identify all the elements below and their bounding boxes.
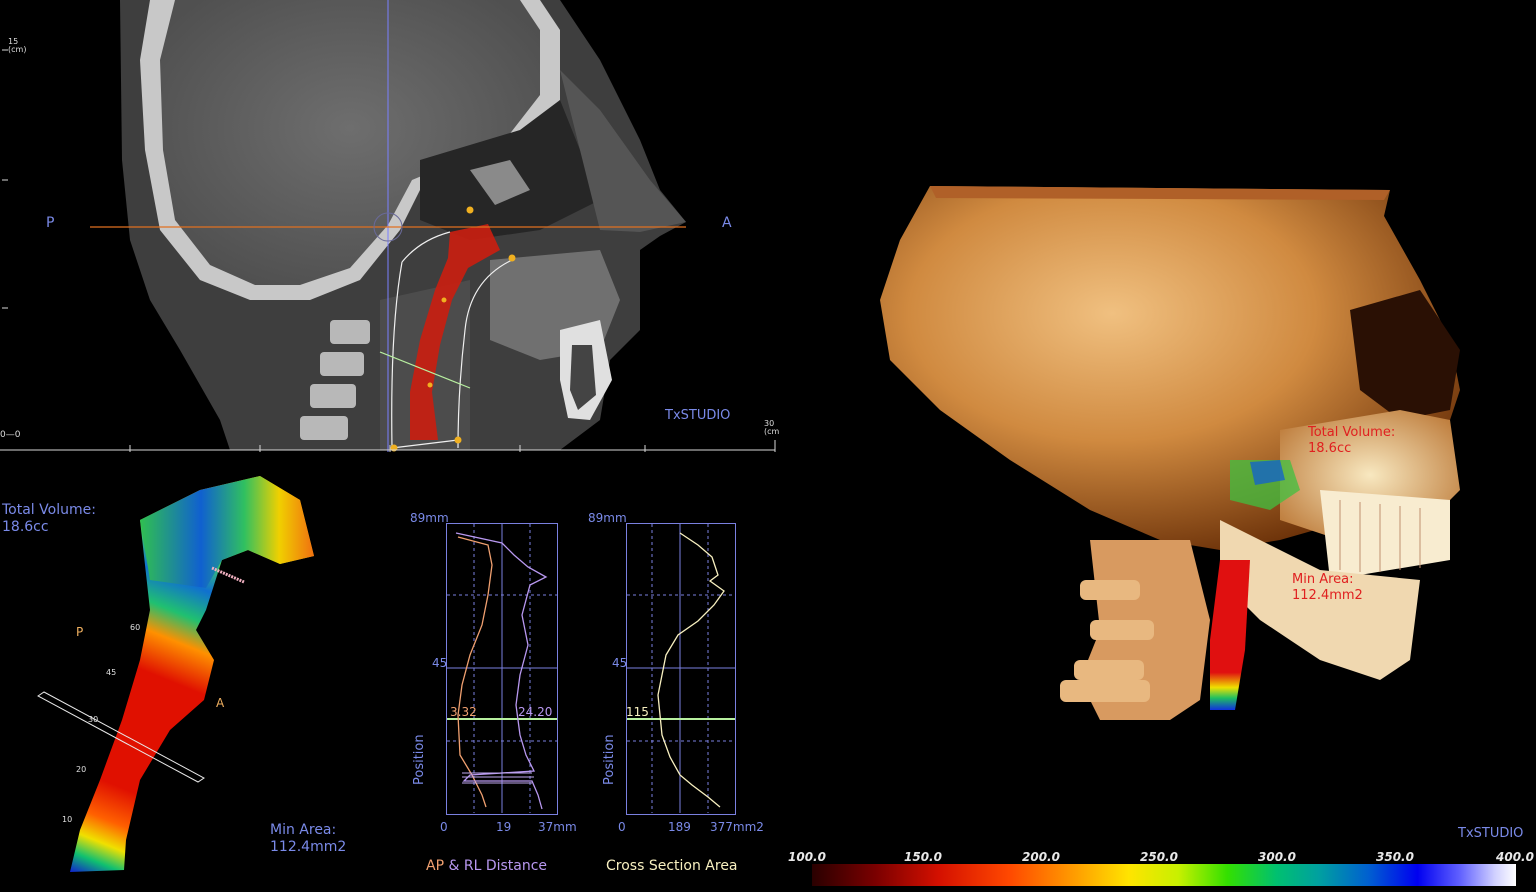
- marker-a: A: [216, 696, 225, 710]
- distance-graph[interactable]: 89mm 45 3.32 24.20 Position 0 19 37mm AP…: [410, 505, 590, 885]
- distance-mid-label: 45: [432, 656, 448, 670]
- marker-p: P: [76, 625, 84, 639]
- area-y-axis-label: Position: [602, 734, 617, 785]
- ruler-origin: 0—0: [0, 430, 21, 440]
- legend-tick-300: 300.0: [1258, 850, 1296, 864]
- depth-tick-10: 10: [62, 815, 72, 824]
- total-volume-readout: Total Volume: 18.6cc: [2, 502, 96, 535]
- distance-y-axis-label: Position: [412, 734, 427, 785]
- area-x-tick-1: 189: [668, 820, 691, 834]
- legend-tick-150: 150.0: [904, 850, 942, 864]
- ap-curve: [457, 536, 493, 808]
- ap-value: 3.32: [450, 705, 477, 719]
- area-x-tick-0: 0: [618, 820, 626, 834]
- ruler-right-label: 30(cm): [764, 419, 780, 436]
- skull-total-volume: Total Volume: 18.6cc: [1308, 425, 1396, 456]
- ct-sagittal-view[interactable]: P A TxSTUDIO 15(cm) 0—0 30(cm): [0, 0, 780, 452]
- anterior-label: A: [722, 215, 732, 231]
- legend-tick-100: 100.0: [788, 850, 826, 864]
- airway-3d-view[interactable]: 60 45 30 20 10 Total Volume: 18.6cc Min …: [0, 460, 410, 892]
- posterior-label: P: [46, 215, 55, 231]
- distance-top-label: 89mm: [410, 511, 449, 525]
- skull-3d-view[interactable]: Total Volume: 18.6cc Min Area: 112.4mm2: [860, 160, 1536, 840]
- distance-x-tick-2: 37mm: [538, 820, 577, 834]
- legend-tick-350: 350.0: [1376, 850, 1414, 864]
- distance-graph-title: AP & RL Distance: [426, 858, 548, 874]
- area-graph[interactable]: 89mm 45 115 Position 0 189 377mm2 Cross …: [588, 505, 778, 885]
- legend-tick-250: 250.0: [1140, 850, 1178, 864]
- depth-tick-60: 60: [130, 623, 140, 632]
- ruler-top-label: 15 (cm): [8, 37, 27, 54]
- color-scale-bar: [812, 864, 1516, 886]
- skull-render: [880, 186, 1460, 720]
- area-mid-label: 45: [612, 656, 628, 670]
- rl-value: 24.20: [518, 705, 553, 719]
- area-top-label: 89mm: [588, 511, 627, 525]
- skull-watermark: TxSTUDIO: [1458, 826, 1524, 841]
- legend-tick-200: 200.0: [1022, 850, 1060, 864]
- area-value: 115: [626, 705, 649, 719]
- depth-tick-30: 30: [88, 715, 98, 724]
- legend-tick-400: 400.0: [1496, 850, 1534, 864]
- area-x-tick-2: 377mm2: [710, 820, 764, 834]
- ct-watermark: TxSTUDIO: [665, 408, 731, 423]
- distance-x-tick-0: 0: [440, 820, 448, 834]
- depth-tick-20: 20: [76, 765, 86, 774]
- distance-x-tick-1: 19: [496, 820, 512, 834]
- skull-min-area: Min Area: 112.4mm2: [1292, 572, 1363, 603]
- area-curve: [657, 532, 725, 808]
- ct-image: [0, 0, 776, 452]
- depth-tick-45: 45: [106, 668, 116, 677]
- area-graph-title: Cross Section Area: [606, 858, 738, 874]
- rl-curve: [455, 532, 548, 810]
- min-area-readout: Min Area: 112.4mm2: [270, 822, 347, 855]
